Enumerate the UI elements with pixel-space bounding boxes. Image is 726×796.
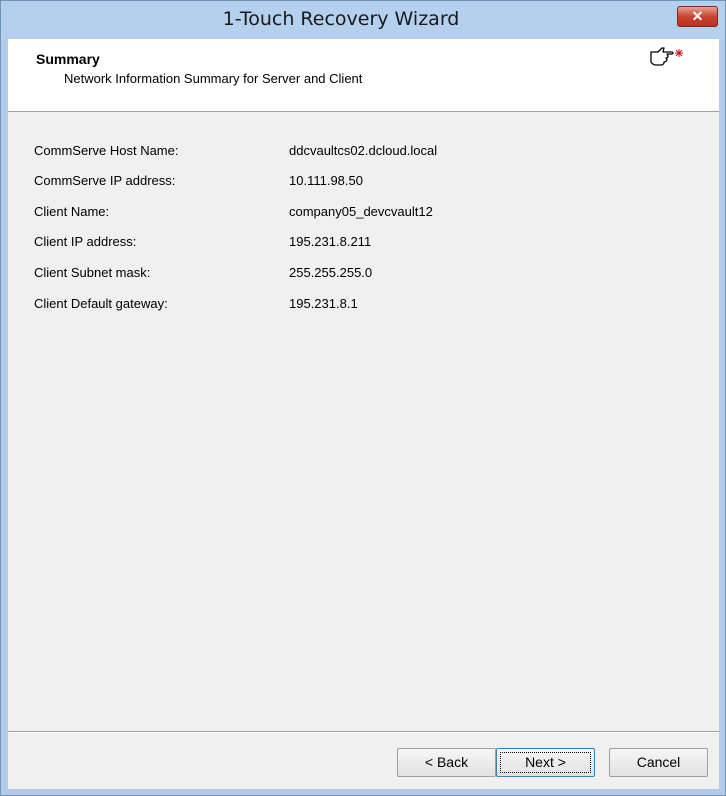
info-row-client-subnet: Client Subnet mask: 255.255.255.0 (8, 265, 719, 285)
info-value: 10.111.98.50 (289, 173, 363, 188)
info-row-client-gateway: Client Default gateway: 195.231.8.1 (8, 296, 719, 316)
info-label: Client Default gateway: (34, 296, 168, 311)
wizard-header: Summary Network Information Summary for … (8, 39, 719, 112)
info-label: CommServe Host Name: (34, 143, 179, 158)
info-label: Client IP address: (34, 234, 137, 249)
wizard-body: Summary Network Information Summary for … (8, 39, 719, 789)
window-title: 1-Touch Recovery Wizard (222, 8, 460, 30)
footer-divider (8, 731, 719, 733)
back-button[interactable]: < Back (397, 748, 496, 777)
wizard-window: 1-Touch Recovery Wizard ✕ Summary Networ… (0, 0, 726, 796)
page-title: Summary (36, 51, 100, 67)
info-label: Client Name: (34, 204, 110, 219)
close-button[interactable]: ✕ (677, 6, 718, 27)
info-value: 255.255.255.0 (289, 265, 373, 280)
info-label: CommServe IP address: (34, 173, 176, 188)
info-value: 195.231.8.1 (289, 296, 358, 311)
info-value: ddcvaultcs02.dcloud.local (289, 143, 438, 158)
info-label: Client Subnet mask: (34, 265, 151, 280)
title-bar[interactable]: 1-Touch Recovery Wizard ✕ (1, 1, 725, 39)
info-row-commserve-ip: CommServe IP address: 10.111.98.50 (8, 173, 719, 193)
info-row-commserve-host: CommServe Host Name: ddcvaultcs02.dcloud… (8, 143, 719, 163)
next-button-label: Next > (525, 754, 566, 770)
info-value: 195.231.8.211 (289, 234, 372, 249)
next-button[interactable]: Next > (496, 748, 595, 777)
info-row-client-ip: Client IP address: 195.231.8.211 (8, 234, 719, 254)
cancel-button[interactable]: Cancel (609, 748, 708, 777)
close-icon: ✕ (691, 8, 704, 24)
info-row-client-name: Client Name: company05_devcvault12 (8, 204, 719, 224)
pointing-hand-icon (650, 47, 683, 66)
info-value: company05_devcvault12 (289, 204, 433, 219)
page-subtitle: Network Information Summary for Server a… (64, 71, 363, 86)
